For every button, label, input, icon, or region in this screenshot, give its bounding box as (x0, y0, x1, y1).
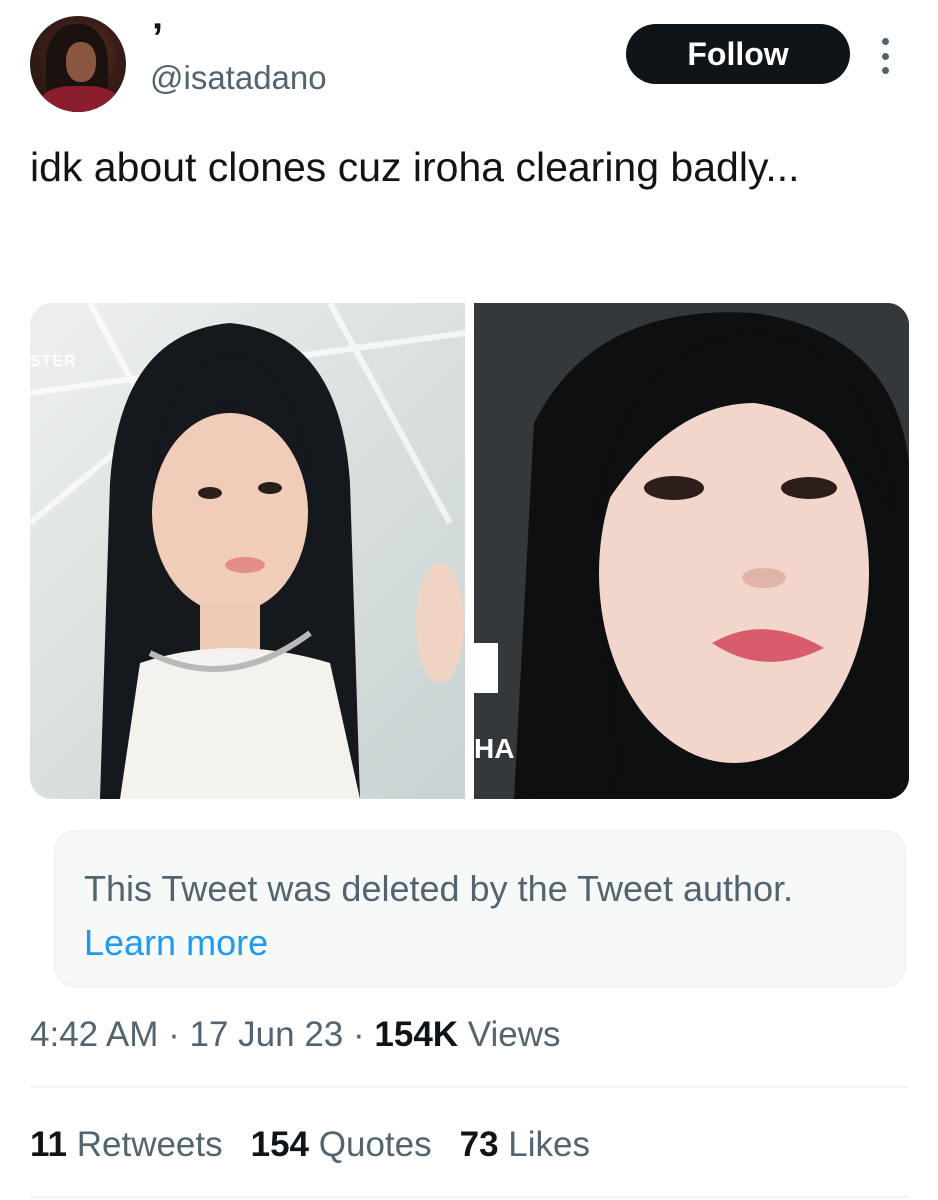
learn-more-link[interactable]: Learn more (84, 922, 268, 963)
more-dot (881, 52, 889, 60)
retweets-label: Retweets (67, 1125, 223, 1164)
likes-stat[interactable]: 73 Likes (460, 1120, 590, 1170)
meta-separator: · (343, 1015, 375, 1054)
tweet-time[interactable]: 4:42 AM (30, 1015, 158, 1054)
likes-label: Likes (498, 1125, 590, 1164)
deleted-quote-notice: This Tweet was deleted by the Tweet auth… (54, 830, 906, 988)
tweet-photo-right[interactable]: HA (474, 303, 909, 799)
views-count: 154K (374, 1015, 459, 1054)
photo-right-overlay-text: HA (474, 733, 515, 764)
tweet-meta: 4:42 AM · 17 Jun 23 · 154K Views (30, 1010, 561, 1060)
avatar-shirt (40, 86, 120, 112)
avatar[interactable] (30, 16, 126, 112)
views-label: Views (458, 1015, 561, 1054)
avatar-face (66, 42, 96, 82)
quotes-stat[interactable]: 154 Quotes (251, 1120, 432, 1170)
quotes-count: 154 (250, 1125, 310, 1164)
retweets-count: 11 (30, 1125, 67, 1164)
tweet-photo-left[interactable]: STER (30, 303, 465, 799)
user-handle[interactable]: @isatadano (150, 58, 327, 98)
quotes-label: Quotes (309, 1125, 432, 1164)
deleted-notice-text: This Tweet was deleted by the Tweet auth… (84, 868, 794, 909)
divider (30, 1086, 908, 1088)
meta-separator: · (158, 1015, 190, 1054)
photo-right-illustration (474, 303, 909, 799)
tweet-date[interactable]: 17 Jun 23 (190, 1015, 344, 1054)
more-dots-vertical-icon[interactable] (872, 38, 898, 74)
retweets-stat[interactable]: 11 Retweets (30, 1120, 223, 1170)
likes-count: 73 (459, 1125, 499, 1164)
photo-right-overlay-mark (474, 643, 498, 693)
divider (30, 1196, 908, 1198)
photo-left-overlay-text: STER (30, 353, 77, 370)
tweet-media[interactable]: STER HA (30, 303, 909, 799)
more-dot (881, 67, 889, 74)
photo-left-illustration (30, 303, 465, 799)
tweet-text: idk about clones cuz iroha clearing badl… (30, 144, 800, 190)
follow-button[interactable]: Follow (626, 24, 850, 84)
more-dot (881, 38, 889, 45)
display-name[interactable]: ’ (152, 18, 163, 58)
tweet-stats: 11 Retweets 154 Quotes 73 Likes (30, 1120, 590, 1170)
